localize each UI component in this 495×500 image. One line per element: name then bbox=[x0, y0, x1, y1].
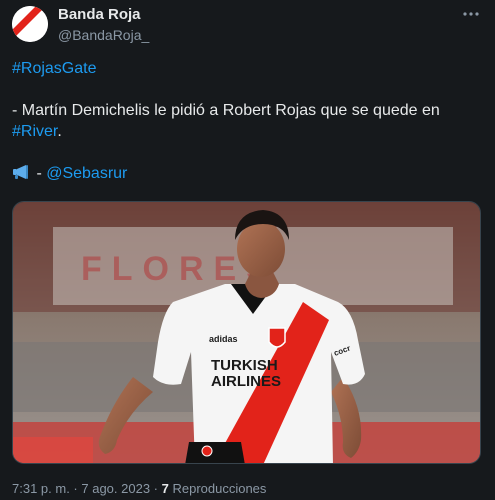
tweet-blank-line-2 bbox=[12, 142, 482, 163]
svg-text:adidas: adidas bbox=[209, 334, 238, 344]
jersey-sponsor: TURKISH AIRLINES bbox=[211, 357, 281, 390]
megaphone-icon bbox=[12, 164, 32, 180]
more-options-icon[interactable] bbox=[459, 6, 483, 26]
author-names: Banda Roja @BandaRoja_ bbox=[58, 6, 149, 45]
tweet-header: Banda Roja @BandaRoja_ bbox=[12, 6, 483, 46]
hashtag-river-link[interactable]: #River bbox=[12, 123, 57, 140]
tweet-main-text: - Martín Demichelis le pidió a Robert Ro… bbox=[12, 102, 440, 119]
avatar[interactable] bbox=[12, 6, 48, 42]
views-label: Reproducciones bbox=[168, 481, 267, 496]
tweet-line-river: #River. bbox=[12, 121, 482, 142]
credit-dash: - bbox=[32, 165, 47, 182]
river-plate-sash-icon bbox=[12, 6, 48, 42]
tweet-card: Banda Roja @BandaRoja_ #RojasGate - Mart… bbox=[0, 0, 495, 500]
meta-separator-2: · bbox=[150, 481, 162, 496]
author-display-name[interactable]: Banda Roja bbox=[58, 6, 149, 24]
photo-icon: FLORES adidas TURKISH AIRLINES cocr bbox=[13, 202, 480, 463]
tweet-photo[interactable]: FLORES adidas TURKISH AIRLINES cocr bbox=[12, 201, 481, 464]
views-count: 7 bbox=[161, 481, 169, 496]
author-handle[interactable]: @BandaRoja_ bbox=[58, 25, 149, 45]
svg-text:TURKISH: TURKISH bbox=[211, 357, 278, 374]
tweet-date[interactable]: 7 ago. 2023 bbox=[81, 481, 150, 496]
tweet-meta: 7:31 p. m. · 7 ago. 2023 · 7 Reproduccio… bbox=[12, 480, 266, 498]
hashtag-rojasgate-link[interactable]: #RojasGate bbox=[12, 60, 97, 77]
tweet-text: #RojasGate - Martín Demichelis le pidió … bbox=[12, 58, 482, 184]
jersey-brand: adidas bbox=[209, 334, 238, 344]
tweet-period: . bbox=[57, 123, 62, 140]
mention-sebasrur-link[interactable]: @Sebasrur bbox=[46, 165, 127, 182]
meta-separator: · bbox=[69, 481, 82, 496]
tweet-line-hashtag: #RojasGate bbox=[12, 58, 482, 79]
tweet-line-main: - Martín Demichelis le pidió a Robert Ro… bbox=[12, 100, 482, 121]
tweet-line-credit: - @Sebasrur bbox=[12, 163, 482, 184]
tweet-time[interactable]: 7:31 p. m. bbox=[12, 481, 70, 496]
svg-text:AIRLINES: AIRLINES bbox=[211, 373, 281, 390]
